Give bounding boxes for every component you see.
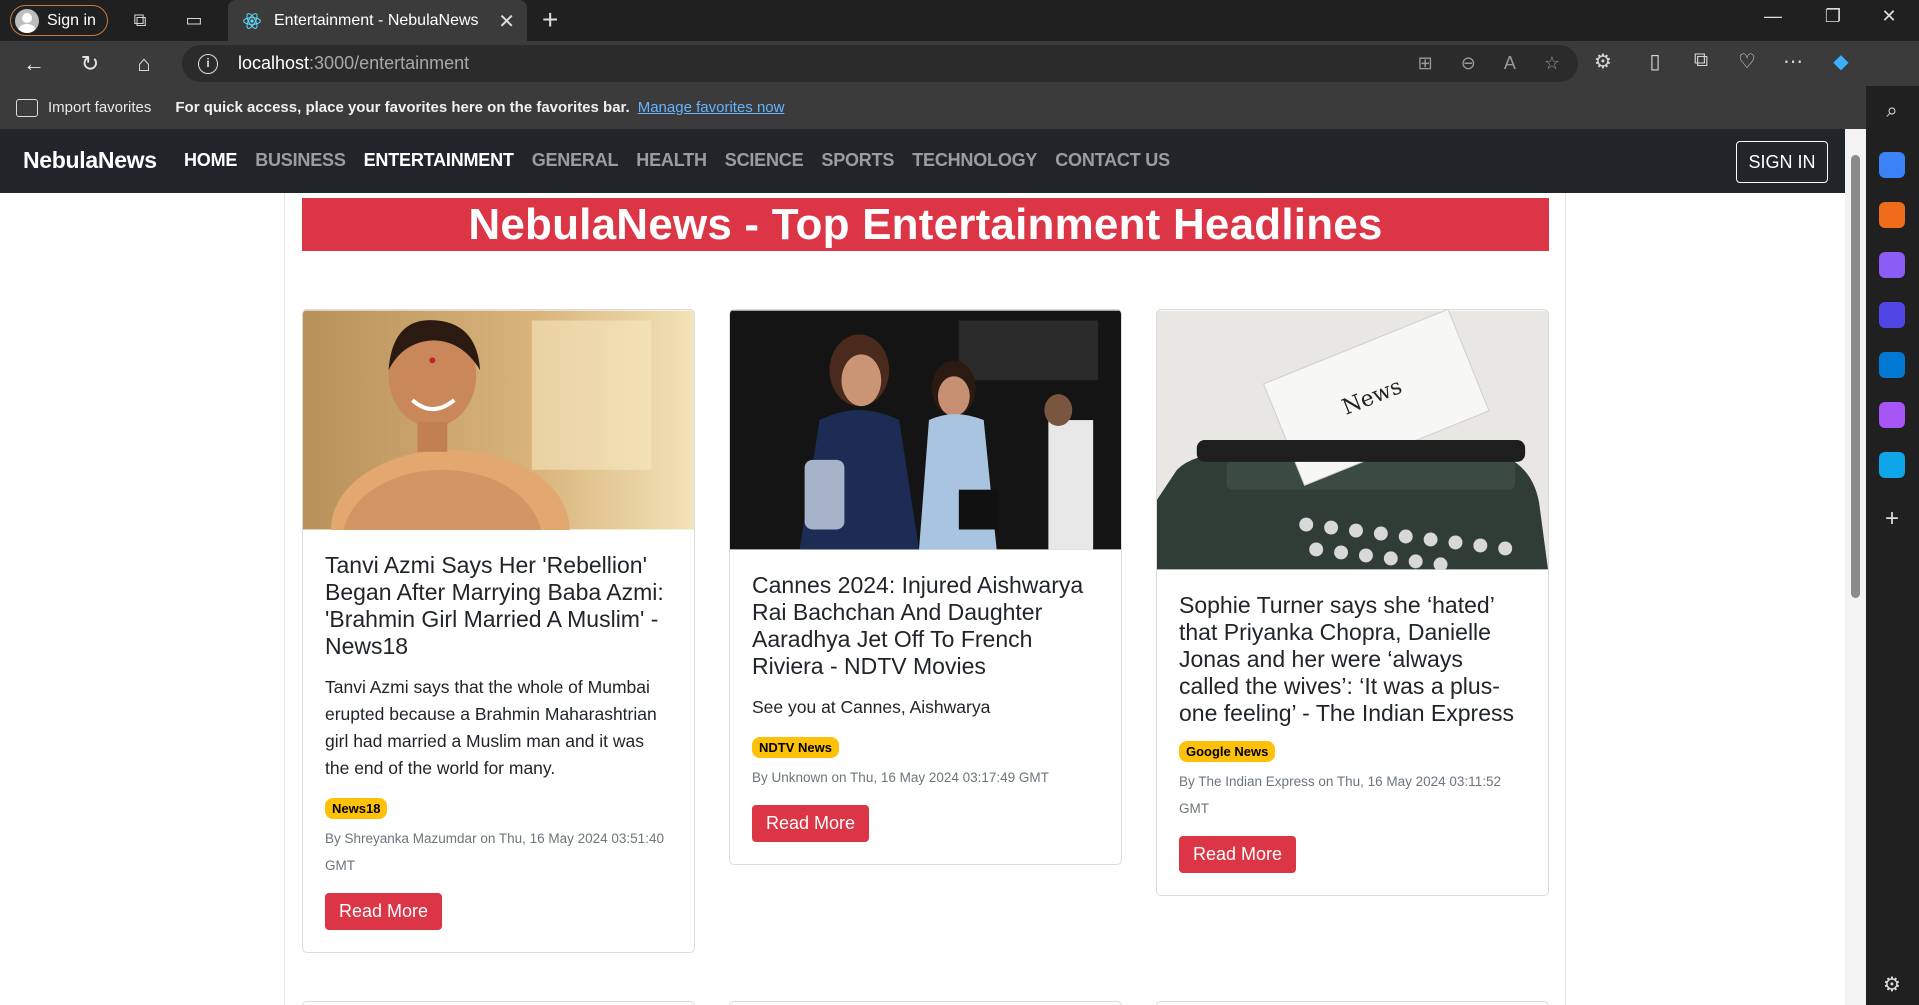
new-tab-icon[interactable]: +	[542, 4, 558, 36]
nav-contact-us[interactable]: CONTACT US	[1055, 150, 1170, 171]
split-screen-icon[interactable]: ▯	[1641, 49, 1669, 74]
address-bar-row: ← ↻ ⌂ i localhost:3000/entertainment ⊞ ⊖…	[0, 41, 1919, 86]
page-heading: NebulaNews - Top Entertainment Headlines	[302, 198, 1549, 251]
tab-title: Entertainment - NebulaNews	[274, 11, 479, 29]
react-favicon-icon	[243, 12, 261, 29]
sidebar-settings-icon[interactable]: ⚙	[1879, 972, 1905, 998]
site-brand[interactable]: NebulaNews	[23, 147, 157, 174]
source-badge: News18	[325, 798, 388, 819]
browser-profile-button[interactable]: Sign in	[10, 5, 108, 36]
news-title: Tanvi Azmi Says Her 'Rebellion' Began Af…	[325, 552, 664, 659]
close-tab-icon[interactable]: ✕	[498, 9, 515, 34]
manage-favorites-link[interactable]: Manage favorites now	[638, 99, 785, 116]
tools-icon[interactable]	[1879, 202, 1905, 228]
shopping-tag-icon[interactable]	[1879, 152, 1905, 178]
nav-entertainment[interactable]: ENTERTAINMENT	[364, 150, 514, 171]
news-image	[730, 310, 1121, 550]
read-more-button[interactable]: Read More	[752, 805, 870, 842]
browser-signin-label: Sign in	[47, 11, 96, 29]
site-info-icon[interactable]: i	[198, 53, 218, 74]
import-icon	[16, 98, 38, 117]
nav-technology[interactable]: TECHNOLOGY	[912, 150, 1037, 171]
refresh-icon[interactable]: ↻	[76, 50, 104, 78]
news-description: Tanvi Azmi says that the whole of Mumbai…	[325, 677, 657, 778]
news-image: News	[1157, 310, 1548, 570]
news-title: Cannes 2024: Injured Aishwarya Rai Bachc…	[752, 572, 1084, 679]
import-favorites-button[interactable]: Import favorites	[16, 98, 152, 117]
collections-icon[interactable]: ⧉	[1687, 49, 1715, 72]
add-sidebar-app-icon[interactable]: +	[1879, 506, 1905, 532]
url-path: :3000/entertainment	[309, 53, 470, 73]
home-icon[interactable]: ⌂	[130, 50, 158, 78]
copilot-icon[interactable]: ◆	[1827, 49, 1855, 74]
avatar-icon	[15, 8, 39, 33]
browser-essentials-icon[interactable]: ♡	[1733, 49, 1761, 74]
url-host: localhost	[238, 53, 310, 73]
tab-entertainment[interactable]: Entertainment - NebulaNews ✕	[228, 0, 527, 41]
extensions-icon[interactable]: ⚙	[1589, 49, 1617, 74]
close-window-icon[interactable]: ✕	[1866, 6, 1912, 27]
news-meta: By Unknown on Thu, 16 May 2024 03:17:49 …	[752, 770, 1049, 785]
nav-links: HOME BUSINESS ENTERTAINMENT GENERAL HEAL…	[184, 150, 1188, 171]
minimize-icon[interactable]: —	[1750, 6, 1796, 27]
zoom-icon[interactable]: ⊖	[1461, 53, 1476, 74]
scrollbar-thumb[interactable]	[1851, 155, 1860, 598]
signin-button[interactable]: SIGN IN	[1736, 141, 1828, 183]
nav-general[interactable]: GENERAL	[532, 150, 619, 171]
site-navbar: NebulaNews HOME BUSINESS ENTERTAINMENT G…	[0, 129, 1845, 193]
news-title: Sophie Turner says she ‘hated’ that Priy…	[1179, 592, 1514, 726]
read-aloud-icon[interactable]: A	[1504, 53, 1516, 74]
more-menu-icon[interactable]: ⋯	[1779, 49, 1807, 74]
news-card-partial	[729, 1001, 1122, 1005]
url-input[interactable]: i localhost:3000/entertainment ⊞ ⊖ A ☆	[182, 45, 1578, 82]
nav-sports[interactable]: SPORTS	[821, 150, 894, 171]
search-icon[interactable]: ⌕	[1879, 100, 1905, 126]
outlook-icon[interactable]	[1879, 352, 1905, 378]
news-card-partial	[302, 1001, 695, 1005]
news-image	[303, 310, 694, 530]
favorites-tip: For quick access, place your favorites h…	[175, 99, 630, 116]
nav-science[interactable]: SCIENCE	[725, 150, 804, 171]
news-description: See you at Cannes, Aishwarya	[752, 697, 991, 717]
news-card: Tanvi Azmi Says Her 'Rebellion' Began Af…	[302, 309, 695, 953]
games-icon[interactable]	[1879, 252, 1905, 278]
nav-business[interactable]: BUSINESS	[255, 150, 346, 171]
import-favorites-label: Import favorites	[48, 99, 152, 116]
page-viewport: NebulaNews HOME BUSINESS ENTERTAINMENT G…	[0, 129, 1845, 1005]
favorites-bar: Import favorites For quick access, place…	[0, 86, 1919, 129]
source-badge: NDTV News	[752, 737, 839, 758]
tab-actions-icon[interactable]: ▭	[182, 8, 206, 32]
source-badge: Google News	[1179, 741, 1276, 762]
edge-sidebar: ⌕ + ⚙	[1866, 86, 1919, 1005]
browser-tab-bar: Sign in ⧉ ▭ Entertainment - NebulaNews ✕…	[0, 0, 1919, 41]
workspaces-icon[interactable]: ⧉	[128, 8, 152, 32]
restore-icon[interactable]: ❐	[1810, 6, 1856, 27]
app-available-icon[interactable]: ⊞	[1418, 53, 1433, 74]
news-card-partial	[1156, 1001, 1549, 1005]
toolbar-extensions: ⚙ ▯ ⧉ ♡ ⋯ ◆	[1589, 49, 1919, 77]
nav-health[interactable]: HEALTH	[636, 150, 707, 171]
news-card: News Sophie Turner says she ‘hated’ that…	[1156, 309, 1549, 896]
favorite-star-icon[interactable]: ☆	[1544, 53, 1560, 74]
back-icon[interactable]: ←	[20, 50, 48, 78]
read-more-button[interactable]: Read More	[325, 893, 443, 930]
send-icon[interactable]	[1879, 452, 1905, 478]
read-more-button[interactable]: Read More	[1179, 836, 1297, 873]
designer-icon[interactable]	[1879, 402, 1905, 428]
news-meta: By The Indian Express on Thu, 16 May 202…	[1179, 774, 1501, 816]
news-meta: By Shreyanka Mazumdar on Thu, 16 May 202…	[325, 831, 664, 873]
copilot-sidebar-icon[interactable]	[1879, 302, 1905, 328]
news-card: Cannes 2024: Injured Aishwarya Rai Bachc…	[729, 309, 1122, 865]
nav-home[interactable]: HOME	[184, 150, 237, 171]
